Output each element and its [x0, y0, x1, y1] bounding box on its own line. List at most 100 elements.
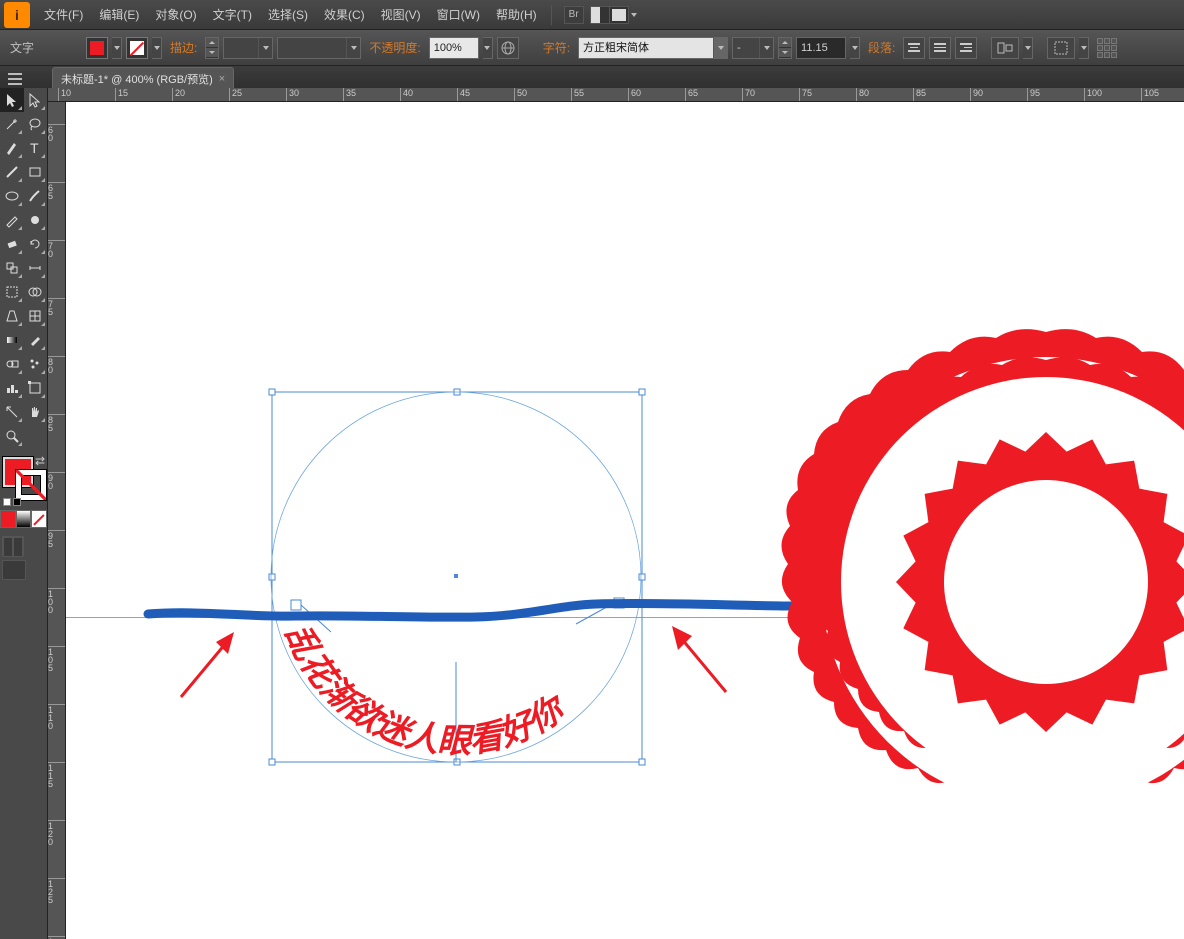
symbol-sprayer-icon [27, 356, 43, 372]
path-in-port[interactable] [291, 600, 301, 610]
shape-builder-tool[interactable] [24, 280, 48, 304]
recolor-button[interactable] [497, 37, 519, 59]
opacity-dropdown[interactable] [483, 37, 493, 59]
transform-dropdown[interactable] [1079, 37, 1089, 59]
stroke-profile-select[interactable] [277, 37, 361, 59]
lasso-tool[interactable] [24, 112, 48, 136]
gradient-icon [4, 332, 20, 348]
color-mode-button[interactable] [0, 510, 16, 528]
ruler-tick: 75 [48, 298, 66, 316]
pencil-icon [4, 212, 20, 228]
bridge-button[interactable]: Br [564, 6, 584, 24]
rotate-tool[interactable] [24, 232, 48, 256]
slice-tool[interactable] [0, 400, 24, 424]
menu-select[interactable]: 选择(S) [260, 0, 316, 30]
vertical-ruler[interactable]: 6065707580859095100105110115120125130 [48, 102, 66, 939]
handle-nw[interactable] [269, 389, 275, 395]
menu-effect[interactable]: 效果(C) [316, 0, 373, 30]
mesh-tool[interactable] [24, 304, 48, 328]
fill-dropdown[interactable] [112, 37, 122, 59]
font-size-input[interactable] [796, 37, 846, 59]
none-mode-button[interactable] [31, 510, 47, 528]
zoom-tool[interactable] [0, 424, 24, 448]
font-style-select[interactable]: - [732, 37, 774, 59]
screen-mode[interactable] [590, 6, 637, 24]
scale-tool[interactable] [0, 256, 24, 280]
magic-wand-tool[interactable] [0, 112, 24, 136]
font-size-dropdown[interactable] [850, 37, 860, 59]
gradient-tool[interactable] [0, 328, 24, 352]
fill-swatch[interactable] [86, 37, 108, 59]
opacity-value[interactable]: 100% [429, 37, 479, 59]
tab-close-button[interactable]: × [219, 73, 225, 85]
rotate-icon [27, 236, 43, 252]
preferences-grid-icon[interactable] [1097, 38, 1117, 58]
stamp: 好好学习天天向 [781, 329, 1184, 939]
align-left-button[interactable] [903, 37, 925, 59]
menu-window[interactable]: 窗口(W) [429, 0, 488, 30]
stroke-dropdown[interactable] [152, 37, 162, 59]
ruler-tick: 100 [48, 588, 66, 614]
rectangle-tool[interactable] [24, 160, 48, 184]
selection-tool[interactable] [0, 88, 24, 112]
stroke-weight-spinner[interactable] [205, 37, 219, 59]
symbol-sprayer-tool[interactable] [24, 352, 48, 376]
column-graph-tool[interactable] [0, 376, 24, 400]
blend-tool[interactable] [0, 352, 24, 376]
artboard-tool[interactable] [24, 376, 48, 400]
draw-behind-icon[interactable] [13, 537, 23, 557]
screen-mode-icon[interactable] [2, 560, 26, 580]
menu-file[interactable]: 文件(F) [36, 0, 91, 30]
stroke-swatch[interactable] [126, 37, 148, 59]
direct-selection-tool[interactable] [24, 88, 48, 112]
handle-w[interactable] [269, 574, 275, 580]
document-tab[interactable]: 未标题-1* @ 400% (RGB/预览) × [52, 67, 234, 89]
menu-type[interactable]: 文字(T) [205, 0, 260, 30]
pencil-tool[interactable] [0, 208, 24, 232]
pen-tool[interactable] [0, 136, 24, 160]
hand-tool[interactable] [24, 400, 48, 424]
swap-fill-stroke-icon[interactable]: ⇄ [35, 454, 45, 468]
align-panel-button[interactable] [991, 37, 1019, 59]
transform-panel-button[interactable] [1047, 37, 1075, 59]
line-tool[interactable] [0, 160, 24, 184]
menu-edit[interactable]: 编辑(E) [91, 0, 147, 30]
fill-stroke-indicator[interactable]: ⇄ [0, 454, 48, 506]
handle-sw[interactable] [269, 759, 275, 765]
menu-help[interactable]: 帮助(H) [488, 0, 545, 30]
align-panel-dropdown[interactable] [1023, 37, 1033, 59]
align-center-button[interactable] [929, 37, 951, 59]
draw-normal-icon[interactable] [3, 537, 13, 557]
paintbrush-tool[interactable] [24, 184, 48, 208]
blob-brush-tool[interactable] [24, 208, 48, 232]
path-text[interactable]: 乱花渐欲迷人眼看好你 [278, 619, 574, 761]
ruler-tick: 100 [1084, 88, 1102, 102]
handle-e[interactable] [639, 574, 645, 580]
gradient-mode-button[interactable] [16, 510, 32, 528]
default-fill-stroke[interactable] [3, 498, 21, 506]
stroke-indicator[interactable] [16, 470, 46, 500]
font-family-select[interactable]: 方正粗宋简体 [578, 37, 728, 59]
type-tool[interactable]: T [24, 136, 48, 160]
perspective-tool[interactable] [0, 304, 24, 328]
menu-object[interactable]: 对象(O) [147, 0, 204, 30]
font-size-spinner[interactable] [778, 37, 792, 59]
ruler-tick: 50 [514, 88, 527, 102]
arrow-left [181, 632, 234, 697]
align-right-button[interactable] [955, 37, 977, 59]
ruler-tick: 70 [742, 88, 755, 102]
horizontal-ruler[interactable]: 1015202530354045505560657075808590951001… [48, 88, 1184, 102]
canvas[interactable]: 乱花渐欲迷人眼看好你 好好学习天天向 Baidu 经验 jingy [66, 102, 1184, 939]
menu-view[interactable]: 视图(V) [373, 0, 429, 30]
eyedropper-tool[interactable] [24, 328, 48, 352]
stroke-weight-select[interactable] [223, 37, 273, 59]
handle-se[interactable] [639, 759, 645, 765]
ruler-tick: 95 [48, 530, 66, 548]
handle-ne[interactable] [639, 389, 645, 395]
width-tool[interactable] [24, 256, 48, 280]
ellipse-tool[interactable] [0, 184, 24, 208]
ruler-tick: 80 [856, 88, 869, 102]
free-transform-tool[interactable] [0, 280, 24, 304]
eraser-tool[interactable] [0, 232, 24, 256]
panel-menu-icon[interactable] [4, 70, 26, 88]
